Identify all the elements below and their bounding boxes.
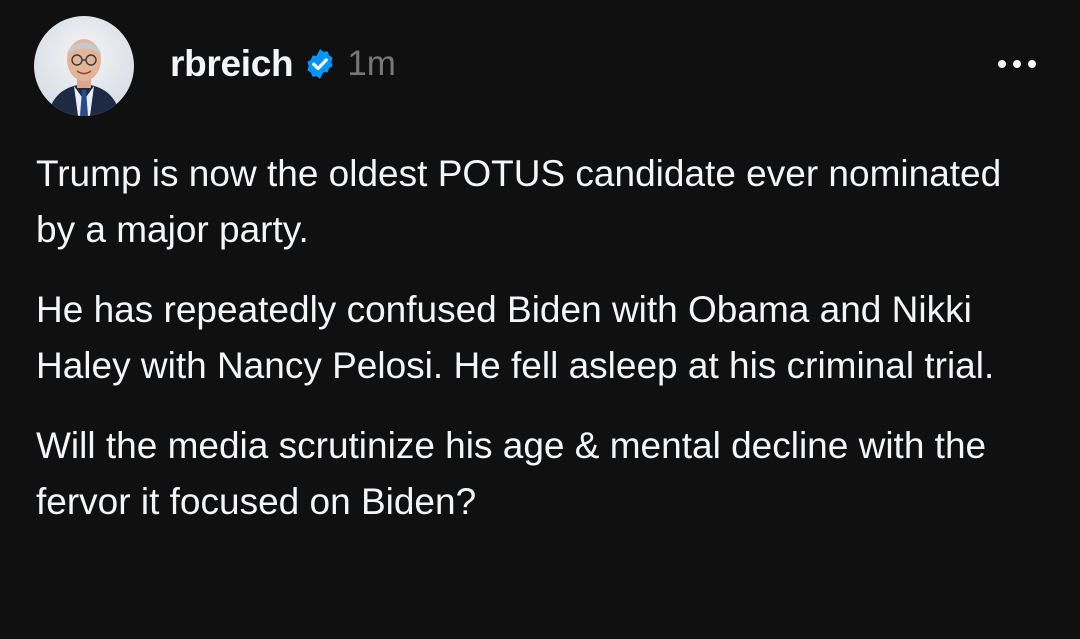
ellipsis-icon[interactable] [998, 54, 1036, 74]
post-meta: rbreich 1m [170, 43, 396, 85]
dot [998, 60, 1006, 68]
post-paragraph: Will the media scrutinize his age & ment… [36, 425, 987, 522]
post-timestamp: 1m [347, 44, 396, 83]
avatar[interactable] [34, 16, 134, 116]
post-body: Trump is now the oldest POTUS candidate … [36, 146, 1046, 554]
avatar-image [34, 16, 134, 116]
post-paragraph: Trump is now the oldest POTUS candidate … [36, 153, 1002, 250]
dot [1028, 60, 1036, 68]
thread-post: rbreich 1m Trump is now the oldest POTUS… [0, 0, 1080, 639]
verified-badge-icon [303, 47, 337, 81]
post-header: rbreich 1m [34, 16, 396, 116]
dot [1013, 60, 1021, 68]
post-paragraph: He has repeatedly confused Biden with Ob… [36, 289, 995, 386]
username[interactable]: rbreich [170, 43, 294, 85]
